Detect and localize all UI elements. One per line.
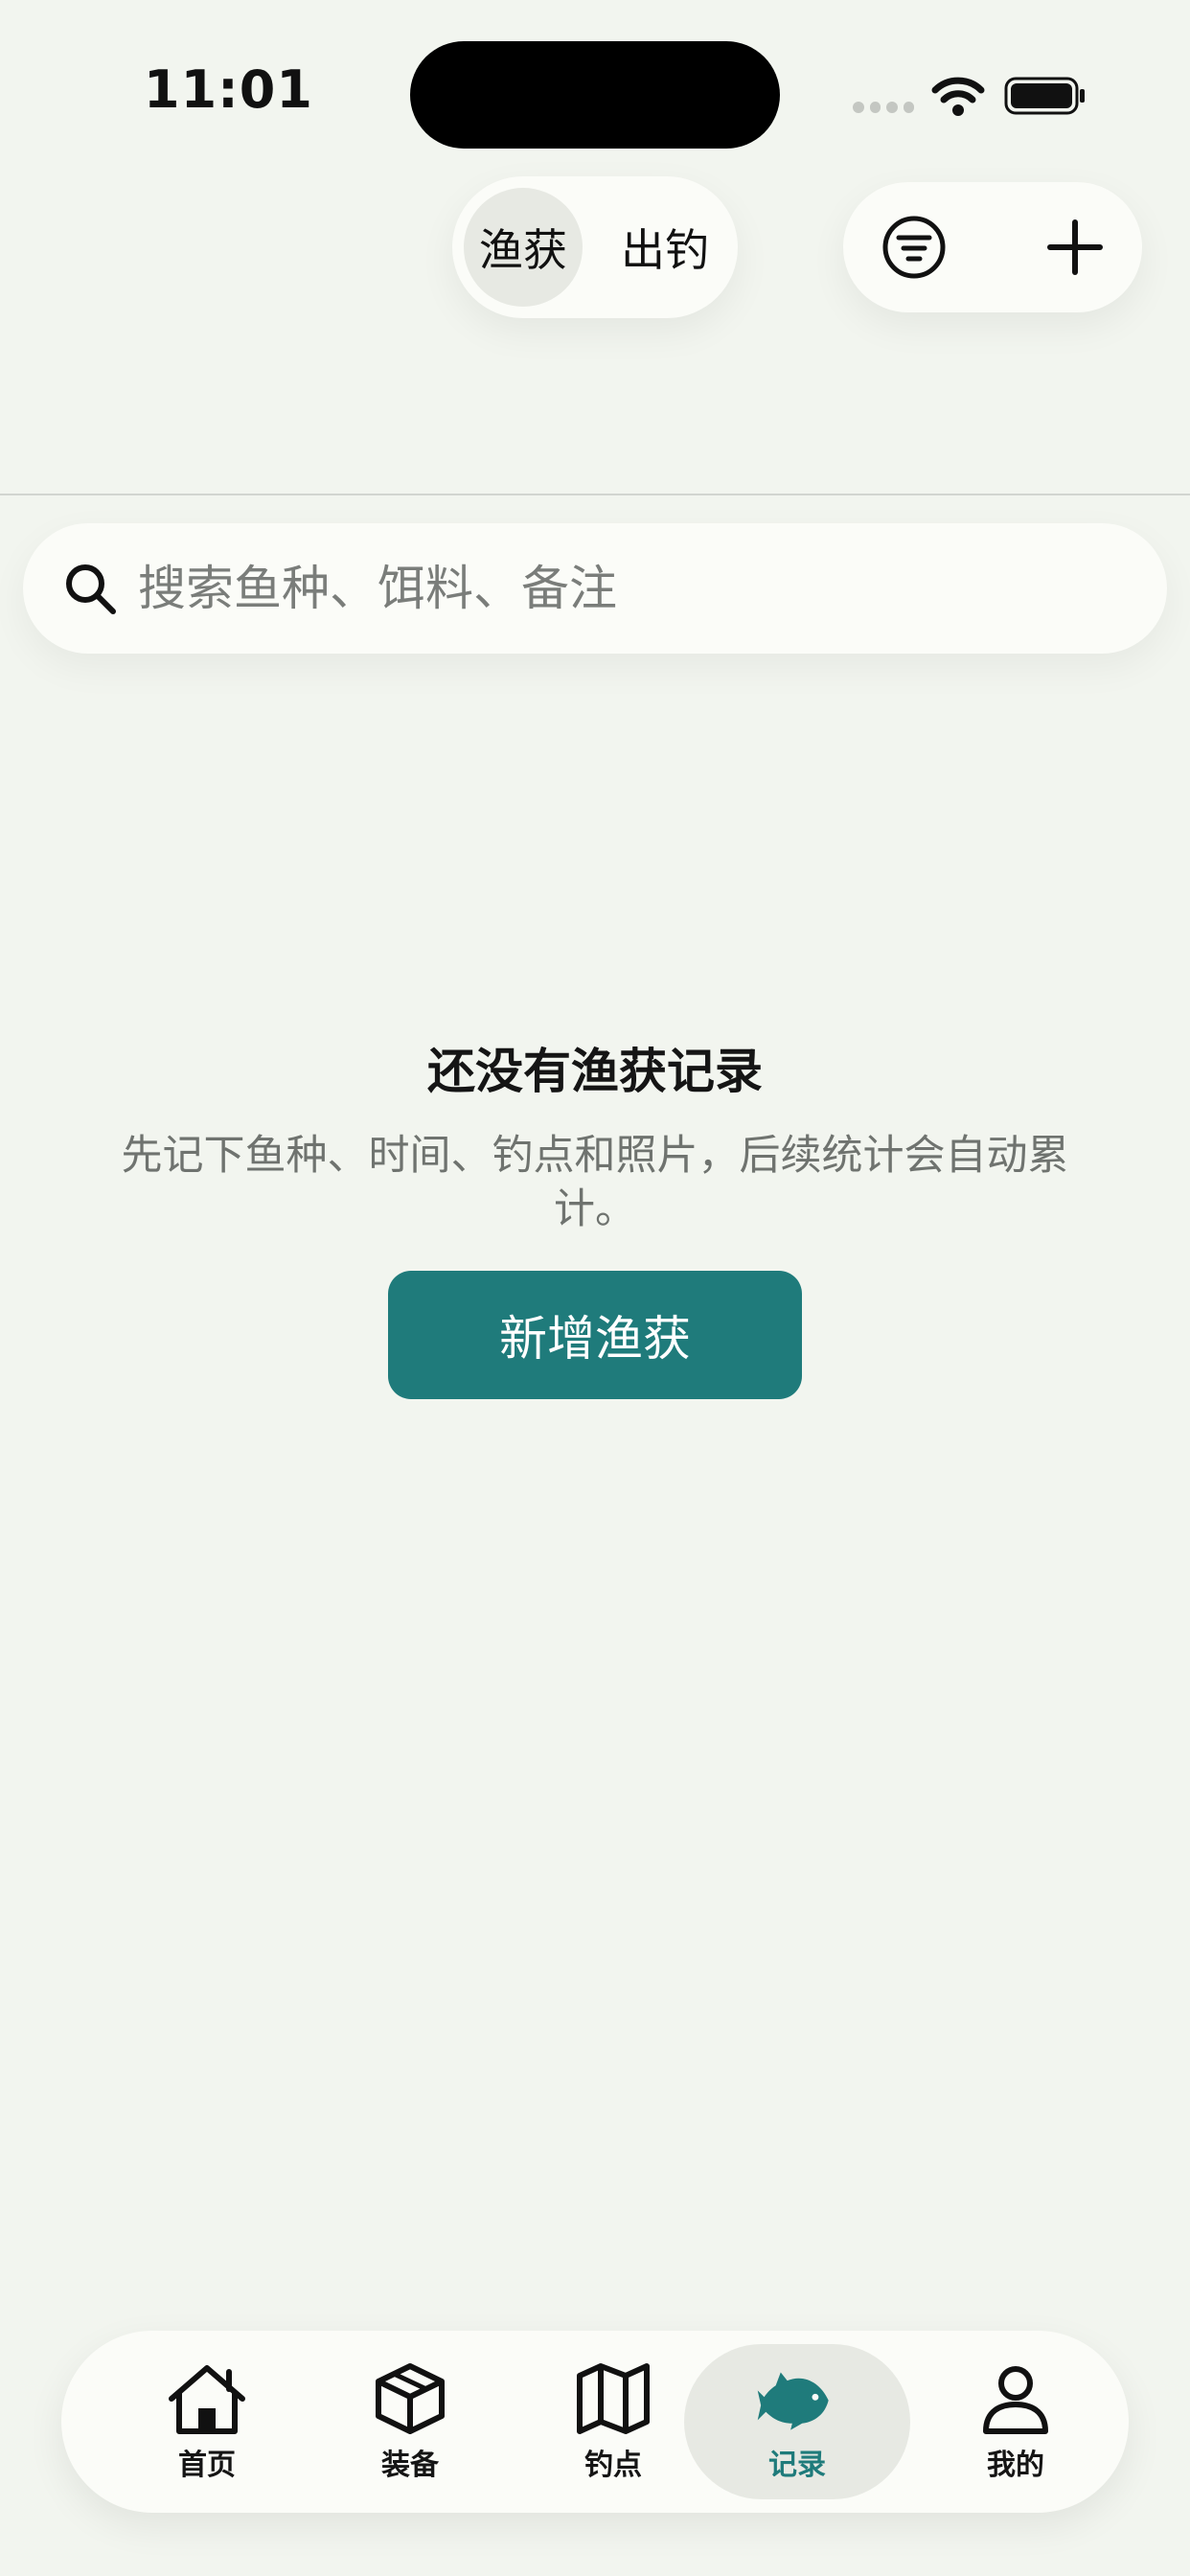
header-divider [0,494,1190,495]
tab-gear[interactable]: 装备 [297,2344,523,2499]
search-bar [23,523,1167,654]
records-segmented-control: 渔获 出钓 [452,176,738,318]
tab-label-gear: 装备 [381,2449,439,2482]
tab-label-spots: 钓点 [584,2449,642,2482]
battery-icon [1004,77,1085,115]
filter-icon [882,216,946,279]
search-icon [66,564,116,614]
home-icon [169,2365,245,2434]
empty-state-title: 还没有渔获记录 [427,1044,763,1099]
add-catch-button[interactable]: 新增渔获 [388,1271,802,1399]
segment-trips[interactable]: 出钓 [606,188,724,307]
box-icon [376,2363,445,2434]
search-input[interactable] [138,550,1134,627]
tab-home[interactable]: 首页 [94,2344,320,2499]
tab-profile[interactable]: 我的 [903,2344,1129,2499]
segment-catch[interactable]: 渔获 [464,188,583,307]
dynamic-island [410,41,780,149]
tab-label-profile: 我的 [987,2449,1044,2482]
wifi-icon [931,77,985,116]
cellular-signal-icon [853,102,914,115]
tab-label-records: 记录 [768,2449,826,2482]
person-icon [983,2366,1048,2434]
map-icon [577,2363,650,2434]
tab-label-home: 首页 [178,2449,236,2482]
tab-records[interactable]: 记录 [684,2344,910,2499]
empty-state-description: 先记下鱼种、时间、钓点和照片，后续统计会自动累计。 [121,1132,1069,1233]
plus-icon [1047,219,1103,275]
tab-bar: 首页 装备 钓点 记录 我的 [61,2331,1129,2513]
add-button[interactable] [1037,209,1113,286]
fish-icon [757,2372,829,2430]
header-actions [843,182,1142,312]
status-time: 11:01 [144,59,313,120]
filter-button[interactable] [876,209,952,286]
